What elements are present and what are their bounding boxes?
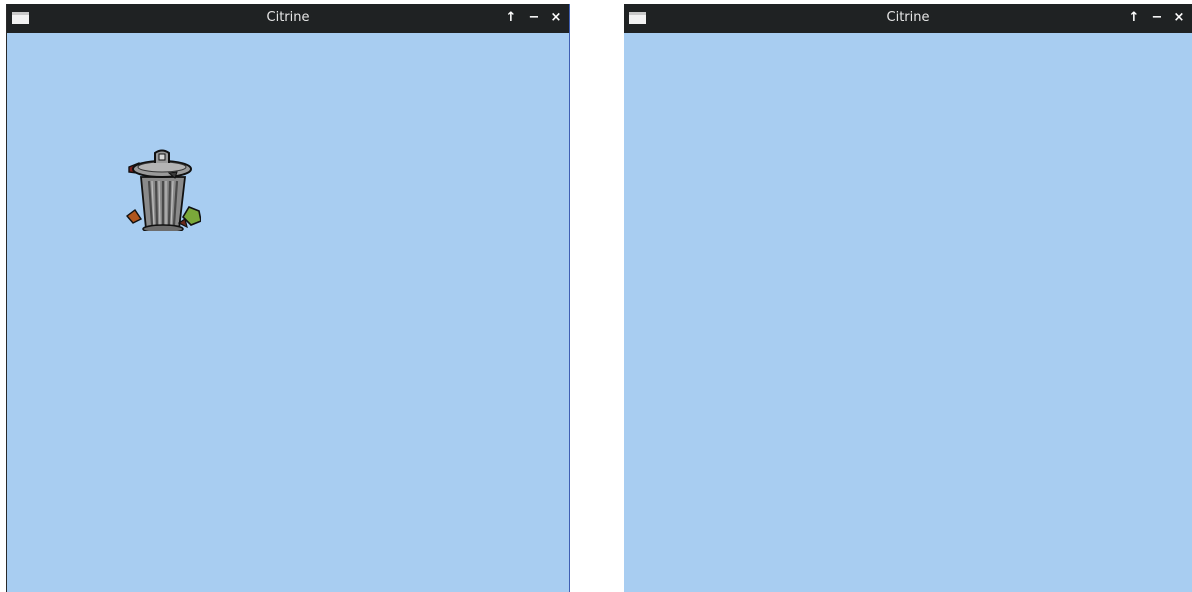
citrine-window-right: Citrine ↑ − ×: [624, 4, 1192, 592]
minimize-button[interactable]: −: [1149, 9, 1165, 27]
window-titlebar[interactable]: Citrine ↑ − ×: [624, 4, 1192, 33]
window-titlebar[interactable]: Citrine ↑ − ×: [7, 4, 569, 33]
minimize-button[interactable]: −: [526, 9, 542, 27]
window-title: Citrine: [266, 10, 310, 25]
close-button[interactable]: ×: [1171, 9, 1187, 27]
window-content-area[interactable]: [624, 33, 1192, 592]
close-button[interactable]: ×: [548, 9, 564, 27]
window-menu-icon[interactable]: [629, 12, 646, 24]
window-title: Citrine: [886, 10, 930, 25]
citrine-window-left: Citrine ↑ − ×: [6, 4, 570, 592]
trash-can-icon[interactable]: [119, 145, 202, 234]
window-menu-icon[interactable]: [12, 12, 29, 24]
maximize-button[interactable]: ↑: [503, 9, 519, 27]
window-content-area[interactable]: [7, 33, 569, 592]
maximize-button[interactable]: ↑: [1126, 9, 1142, 27]
